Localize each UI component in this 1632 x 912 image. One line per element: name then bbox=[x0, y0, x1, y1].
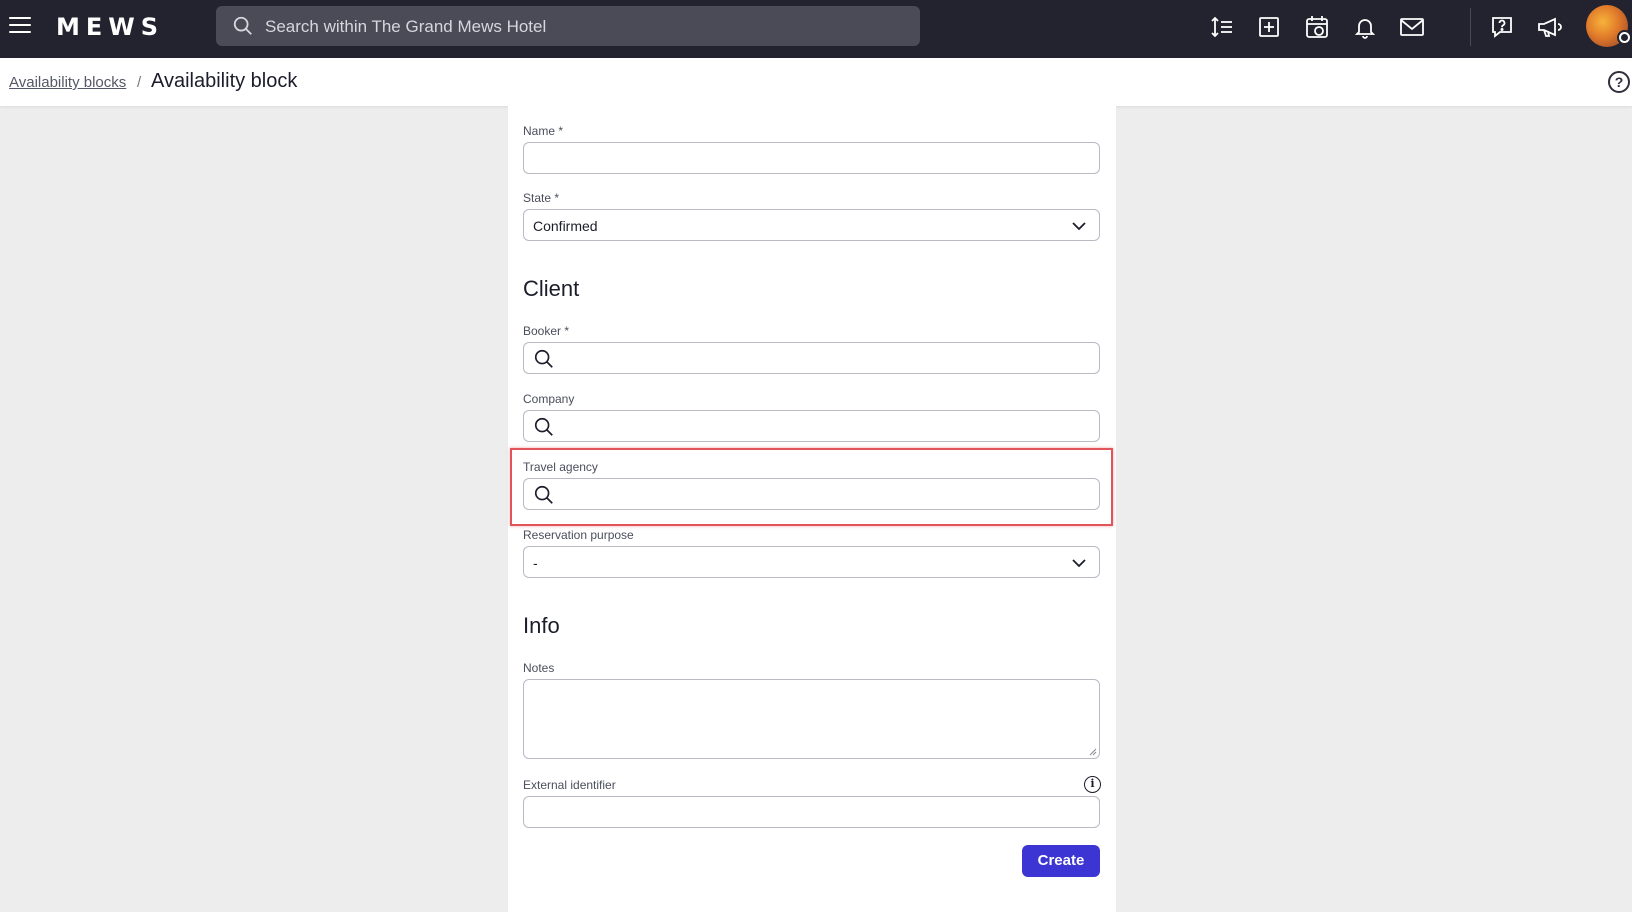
breadcrumb-separator: / bbox=[137, 74, 142, 91]
travel-agency-input[interactable] bbox=[523, 478, 1100, 510]
state-label: State * bbox=[523, 191, 560, 205]
state-value: Confirmed bbox=[533, 218, 598, 234]
breadcrumb-availability-blocks[interactable]: Availability blocks bbox=[9, 74, 126, 91]
search-icon bbox=[534, 349, 553, 368]
resize-grip-icon[interactable] bbox=[1089, 748, 1097, 756]
company-label: Company bbox=[523, 392, 575, 406]
search-icon bbox=[233, 16, 252, 35]
megaphone-icon[interactable] bbox=[1535, 13, 1563, 41]
company-input[interactable] bbox=[523, 410, 1100, 442]
top-bar: MEWS Search within The Grand Mews Hotel bbox=[0, 0, 1632, 58]
reservation-purpose-value: - bbox=[533, 555, 538, 571]
global-search-input[interactable]: Search within The Grand Mews Hotel bbox=[216, 6, 920, 46]
search-icon bbox=[534, 485, 553, 504]
name-label: Name * bbox=[523, 124, 564, 138]
help-icon[interactable]: ? bbox=[1608, 71, 1630, 93]
sort-lines-icon[interactable] bbox=[1208, 13, 1236, 41]
toolbar-divider bbox=[1470, 8, 1471, 46]
info-icon[interactable]: i bbox=[1084, 776, 1101, 793]
notes-textarea[interactable] bbox=[523, 679, 1100, 759]
chevron-down-icon bbox=[1072, 222, 1086, 231]
add-square-icon[interactable] bbox=[1255, 13, 1283, 41]
reservation-purpose-select[interactable]: - bbox=[523, 546, 1100, 578]
mail-icon[interactable] bbox=[1398, 13, 1426, 41]
mews-logo[interactable]: MEWS bbox=[56, 13, 164, 41]
chevron-down-icon bbox=[1072, 559, 1086, 568]
create-button[interactable]: Create bbox=[1022, 845, 1100, 877]
menu-icon[interactable] bbox=[9, 17, 33, 35]
booker-label: Booker * bbox=[523, 324, 570, 338]
external-identifier-label: External identifier bbox=[523, 778, 616, 792]
page-title: Availability block bbox=[151, 70, 298, 92]
availability-block-form: Name * State * Confirmed Client Booker *… bbox=[508, 106, 1116, 912]
search-icon bbox=[534, 417, 553, 436]
name-input[interactable] bbox=[523, 142, 1100, 174]
page-header: Availability blocks / Availability block bbox=[0, 58, 1632, 106]
external-identifier-input[interactable] bbox=[523, 796, 1100, 828]
state-select[interactable]: Confirmed bbox=[523, 209, 1100, 241]
client-section-title: Client bbox=[523, 276, 580, 301]
reservation-purpose-label: Reservation purpose bbox=[523, 528, 634, 542]
bell-icon[interactable] bbox=[1351, 13, 1379, 41]
user-avatar[interactable] bbox=[1586, 5, 1632, 47]
info-section-title: Info bbox=[523, 613, 560, 638]
status-indicator bbox=[1617, 30, 1632, 45]
travel-agency-label: Travel agency bbox=[523, 460, 598, 474]
search-placeholder: Search within The Grand Mews Hotel bbox=[265, 17, 547, 36]
help-chat-icon[interactable] bbox=[1488, 13, 1516, 41]
notes-label: Notes bbox=[523, 661, 555, 675]
calendar-refresh-icon[interactable] bbox=[1303, 13, 1331, 41]
booker-input[interactable] bbox=[523, 342, 1100, 374]
